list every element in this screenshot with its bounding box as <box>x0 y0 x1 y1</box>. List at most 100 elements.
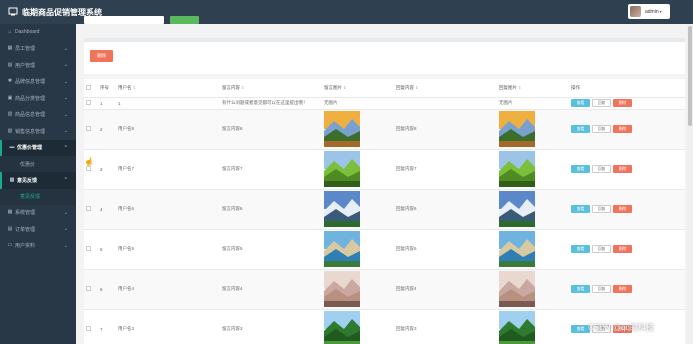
landscape-image <box>499 151 535 187</box>
sort-icon[interactable]: ⇕ <box>518 85 521 90</box>
sidebar-subitem[interactable]: 意见反馈 <box>0 188 76 205</box>
cart-icon: ▧ <box>7 127 13 134</box>
user-cell: 用户名4 <box>118 286 135 291</box>
table-header: 序号 用户名⇕ 留言内容⇕ 留言图片⇕ 回复内容⇕ 回复图片⇕ 操作 <box>84 79 685 98</box>
content-cell: 留言内容4 <box>222 286 243 291</box>
scrollbar-thumb[interactable] <box>688 26 692 126</box>
column-header: 留言内容⇕ <box>220 79 322 98</box>
reply-button[interactable]: 回复 <box>592 285 611 293</box>
table-cell <box>84 269 98 310</box>
chevron-icon: ⌄ <box>63 78 68 85</box>
table-cell <box>84 149 98 190</box>
view-button[interactable]: 查看 <box>571 245 590 253</box>
table-cell: 无图片 <box>322 97 394 110</box>
table-cell: 用户名6 <box>116 189 220 230</box>
view-button[interactable]: 查看 <box>571 165 590 173</box>
reply-button[interactable]: 回复 <box>592 165 611 173</box>
sidebar-item[interactable]: ▣ 商品分类管理 ⌄ <box>0 90 76 107</box>
sidebar-item[interactable]: ▭ 用户资料 ⌄ <box>0 238 76 255</box>
user-menu[interactable]: admin ▾ <box>628 4 670 19</box>
view-button[interactable]: 查看 <box>571 99 590 107</box>
sidebar-item[interactable]: ▤ 用户管理 ⌄ <box>0 57 76 74</box>
sidebar-item[interactable]: ▩ 意见反馈 ⌃ <box>0 172 76 189</box>
scrollbar[interactable] <box>687 24 693 344</box>
ticket-icon: ▬ <box>9 144 15 151</box>
delete-button[interactable]: 删除 <box>613 99 632 107</box>
delete-button[interactable]: 删除 <box>613 125 632 133</box>
column-header[interactable] <box>84 79 98 98</box>
column-header: 序号 <box>98 79 116 98</box>
sidebar-item[interactable]: ✱ 品牌信息管理 ⌄ <box>0 74 76 91</box>
reply-button[interactable]: 回复 <box>592 99 611 107</box>
user-cell: 用户名6 <box>118 206 135 211</box>
settings-icon: ▦ <box>7 209 13 216</box>
view-button[interactable]: 查看 <box>571 285 590 293</box>
delete-button[interactable]: 删除 <box>613 285 632 293</box>
sidebar-item-label: 员工管理 <box>15 46 36 53</box>
sidebar-item[interactable]: ▤ 订单管理 ⌄ <box>0 221 76 238</box>
table-cell: 4 <box>98 189 116 230</box>
delete-button[interactable]: 删除 <box>613 205 632 213</box>
sidebar-item[interactable]: ▦ 员工管理 ⌄ <box>0 41 76 58</box>
sidebar-item[interactable]: ▬ 优惠价管理 ⌃ <box>0 139 76 156</box>
sidebar-subitem[interactable]: 优惠价 <box>0 156 76 172</box>
chevron-icon: ⌄ <box>63 128 68 134</box>
row-checkbox[interactable] <box>86 166 91 171</box>
sidebar-item-label: 意见反馈 <box>17 177 38 184</box>
column-header-label: 留言内容 <box>222 84 240 90</box>
table-row: 3 用户名7 留言内容7 回复内容7 查看 回复 删除 <box>84 149 685 190</box>
chevron-icon: ⌄ <box>63 226 68 232</box>
sidebar-item-label: 系统管理 <box>15 210 36 217</box>
row-checkbox[interactable] <box>86 326 91 331</box>
sort-icon[interactable]: ⇕ <box>343 85 346 90</box>
delete-button[interactable]: 删除 <box>613 165 632 173</box>
view-button[interactable]: 查看 <box>571 205 590 213</box>
row-checkbox[interactable] <box>86 100 91 105</box>
sidebar-item-label: Dashboard <box>15 29 40 36</box>
watermark: CSDN @qq的科技 <box>588 323 654 332</box>
table-cell: 查看 回复 删除 <box>569 269 685 310</box>
content-cell: 留言内容8 <box>222 126 243 131</box>
sidebar-item-label: 销售信息管理 <box>15 128 46 135</box>
table-cell <box>497 189 569 230</box>
order-icon: ▤ <box>7 225 13 232</box>
landscape-image <box>499 271 535 307</box>
row-checkbox[interactable] <box>86 206 91 211</box>
sort-icon[interactable]: ⇕ <box>415 85 418 90</box>
reply-button[interactable]: 回复 <box>592 245 611 253</box>
chart-icon: ▤ <box>7 61 13 68</box>
table-cell <box>394 97 497 110</box>
sidebar-item-label: 用户管理 <box>15 62 36 69</box>
reply-button[interactable]: 回复 <box>592 125 611 133</box>
mouse-cursor-icon: ☝ <box>84 157 94 166</box>
column-header: 回复内容⇕ <box>394 79 497 98</box>
reply-button[interactable]: 回复 <box>592 205 611 213</box>
user-name: admin <box>645 8 659 15</box>
row-actions: 查看 回复 删除 <box>571 205 685 213</box>
table-cell: 留言内容6 <box>220 189 322 230</box>
table-cell: 6 <box>98 269 116 310</box>
row-number: 3 <box>100 166 103 172</box>
user-cell: 用户名8 <box>118 126 135 131</box>
landscape-image <box>324 231 360 267</box>
sort-icon[interactable]: ⇕ <box>241 85 244 90</box>
sort-icon[interactable]: ⇕ <box>133 85 136 90</box>
sidebar-item[interactable]: ▦ 系统管理 ⌄ <box>0 205 76 222</box>
view-button[interactable]: 查看 <box>571 125 590 133</box>
delete-button[interactable]: 删除 <box>613 245 632 253</box>
content-cell: 留言内容5 <box>222 246 243 251</box>
row-checkbox[interactable] <box>86 286 91 291</box>
table-cell <box>84 309 98 344</box>
search-button[interactable] <box>170 16 199 24</box>
search-input[interactable] <box>84 16 164 24</box>
sidebar-item[interactable]: ▥ 商品信息管理 ⌄ <box>0 107 76 124</box>
row-checkbox[interactable] <box>86 126 91 131</box>
select-all-checkbox[interactable] <box>86 84 91 90</box>
column-header-label: 序号 <box>100 84 109 90</box>
batch-delete-button[interactable]: 删除 <box>90 50 113 62</box>
content-cell: 有什么问题或者意见都可以在这里提出哦！ <box>222 100 308 105</box>
row-actions: 查看 回复 删除 <box>571 245 685 253</box>
sidebar-item[interactable]: ⌂ Dashboard <box>0 24 76 41</box>
row-checkbox[interactable] <box>86 246 91 251</box>
sidebar-item[interactable]: ▧ 销售信息管理 ⌄ <box>0 123 76 140</box>
